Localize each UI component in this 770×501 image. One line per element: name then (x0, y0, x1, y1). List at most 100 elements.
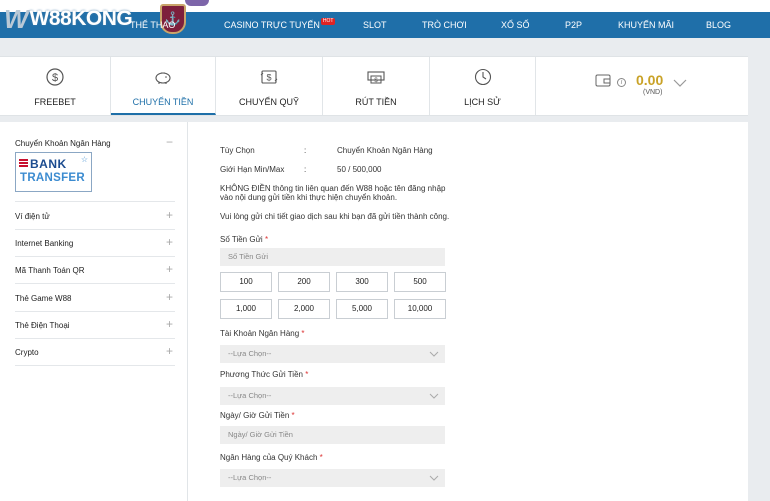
logo-mark: W (4, 3, 28, 34)
expand-icon[interactable]: + (166, 236, 173, 248)
chevron-down-icon (429, 351, 439, 357)
nav-item-label: KHUYẾN MÃI (618, 20, 675, 30)
customer-bank-label: Ngân Hàng của Quý Khách * (220, 453, 323, 462)
nav-item-lottery[interactable]: XỔ SỐ (501, 12, 530, 38)
tab-label: CHUYỂN TIỀN (132, 97, 194, 107)
history-clock-icon (474, 68, 491, 86)
limit-value: 50 / 500,000 (337, 165, 382, 174)
amount-label: Số Tiền Gửi * (220, 235, 268, 244)
quick-amount-5000[interactable]: 5,000 (336, 299, 388, 319)
nav-item-label: CASINO TRỰC TUYẾN (224, 20, 320, 30)
bank-logo-line2: TRANSFER (20, 172, 86, 184)
quick-amount-300[interactable]: 300 (336, 272, 388, 292)
nav-item-p2p[interactable]: P2P (565, 12, 582, 38)
bank-account-label-text: Tài Khoản Ngân Hàng (220, 329, 300, 338)
select-value: --Lựa Chọn-- (228, 473, 272, 482)
select-value: --Lựa Chọn-- (228, 349, 272, 358)
expand-icon[interactable]: + (166, 263, 173, 275)
tab-freebet[interactable]: $ FREEBET (0, 57, 111, 115)
nav-item-label: THỂ THAO (130, 20, 176, 30)
nav-item-casino[interactable]: CASINO TRỰC TUYẾN HOT (224, 12, 336, 38)
wallet-icon (595, 74, 611, 87)
tab-label: RÚT TIỀN (355, 97, 397, 107)
notice-after-deposit: Vui lòng gửi chi tiết giao dịch sau khi … (220, 212, 450, 221)
nav-item-promotions[interactable]: KHUYẾN MÃI (618, 12, 674, 38)
option-label: Tùy Chọn (220, 146, 255, 155)
bank-transfer-logo: BANK ☆ TRANSFER (15, 152, 92, 192)
required-mark: * (319, 453, 323, 462)
nav-item-games[interactable]: TRÒ CHƠI (422, 12, 467, 38)
option-value: Chuyển Khoản Ngân Hàng (337, 146, 433, 155)
amount-input[interactable]: Số Tiền Gửi (220, 248, 445, 266)
bank-account-select[interactable]: --Lựa Chọn-- (220, 345, 445, 363)
nav-item-blog[interactable]: BLOG (706, 12, 731, 38)
quick-amount-2000[interactable]: 2,000 (278, 299, 330, 319)
tab-label: FREEBET (34, 97, 76, 107)
sidebar-item-qr-payment[interactable]: Mã Thanh Toán QR + (15, 257, 175, 284)
svg-text:$: $ (266, 73, 271, 83)
sidebar-item-label: Ví điện tử (15, 212, 50, 221)
quick-amount-1000[interactable]: 1,000 (220, 299, 272, 319)
deposit-method-label-text: Phương Thức Gửi Tiền (220, 370, 303, 379)
expand-icon[interactable]: + (166, 345, 173, 357)
sidebar-item-label: Chuyển Khoản Ngân Hàng (15, 139, 111, 148)
sidebar-item-internet-banking[interactable]: Internet Banking + (15, 230, 175, 257)
bank-logo-mark (19, 159, 28, 167)
logo-text: W88KONG (29, 7, 133, 30)
tab-deposit[interactable]: CHUYỂN TIỀN (111, 57, 216, 115)
balance-amount: 0.00 (636, 72, 664, 88)
sidebar-item-phone-card[interactable]: Thẻ Điện Thoại + (15, 312, 175, 339)
amount-label-text: Số Tiền Gửi (220, 235, 263, 244)
quick-amount-10000[interactable]: 10,000 (394, 299, 446, 319)
chevron-down-icon[interactable] (673, 78, 687, 88)
sidebar-item-label: Thẻ Game W88 (15, 294, 72, 303)
customer-bank-select[interactable]: --Lựa Chọn-- (220, 469, 445, 487)
nav-item-label: XỔ SỐ (501, 20, 530, 30)
expand-icon[interactable]: + (166, 318, 173, 330)
expand-icon[interactable]: + (166, 209, 173, 221)
crest-ribbon (185, 0, 209, 6)
nav-item-label: BLOG (706, 20, 732, 30)
transfer-dollar-icon: $ (260, 70, 278, 84)
tab-label: LỊCH SỬ (464, 97, 501, 107)
chevron-down-icon (429, 475, 439, 481)
tab-withdraw[interactable]: $ RÚT TIỀN (323, 57, 430, 115)
sidebar-item-label: Mã Thanh Toán QR (15, 266, 85, 275)
nav-item-sports[interactable]: THỂ THAO (130, 12, 175, 38)
collapse-icon[interactable]: − (166, 136, 173, 148)
deposit-datetime-input[interactable]: Ngày/ Giờ Gửi Tiền (220, 426, 445, 444)
star-icon: ☆ (80, 155, 88, 164)
customer-bank-label-text: Ngân Hàng của Quý Khách (220, 453, 318, 462)
chevron-down-icon (429, 393, 439, 399)
sidebar-item-crypto[interactable]: Crypto + (15, 339, 175, 366)
balance-currency: (VND) (643, 89, 663, 96)
limit-label: Giới Hạn Min/Max (220, 165, 285, 174)
sidebar-item-label: Internet Banking (15, 239, 74, 248)
bank-logo-line1: BANK (30, 157, 67, 171)
brand-logo[interactable]: W W88KONG (4, 3, 133, 34)
sidebar-item-label: Thẻ Điện Thoại (15, 321, 70, 330)
nav-item-label: TRÒ CHƠI (422, 20, 467, 30)
sidebar-item-game-card[interactable]: Thẻ Game W88 + (15, 285, 175, 312)
piggy-bank-icon (155, 72, 171, 84)
info-icon[interactable]: i (617, 78, 626, 87)
notice-line-2: vào nội dung gửi tiền khi thực hiện chuy… (220, 193, 398, 202)
tab-fund-transfer[interactable]: $ CHUYỂN QUỸ (216, 57, 323, 115)
option-separator: : (304, 146, 307, 155)
dollar-coin-icon: $ (46, 68, 64, 86)
deposit-method-label: Phương Thức Gửi Tiền * (220, 370, 308, 379)
bank-account-label: Tài Khoản Ngân Hàng * (220, 329, 305, 338)
tab-history[interactable]: LỊCH SỬ (430, 57, 536, 115)
tab-label: CHUYỂN QUỸ (238, 97, 299, 107)
quick-amount-200[interactable]: 200 (278, 272, 330, 292)
sidebar-item-ewallet[interactable]: Ví điện tử + (15, 203, 175, 230)
expand-icon[interactable]: + (166, 291, 173, 303)
quick-amount-100[interactable]: 100 (220, 272, 272, 292)
svg-text:$: $ (52, 72, 58, 84)
required-mark: * (264, 235, 269, 244)
deposit-datetime-label-text: Ngày/ Giờ Gửi Tiền (220, 411, 290, 420)
nav-item-slot[interactable]: SLOT (363, 12, 387, 38)
deposit-method-select[interactable]: --Lựa Chọn-- (220, 387, 445, 405)
quick-amount-500[interactable]: 500 (394, 272, 446, 292)
required-mark: * (305, 370, 309, 379)
